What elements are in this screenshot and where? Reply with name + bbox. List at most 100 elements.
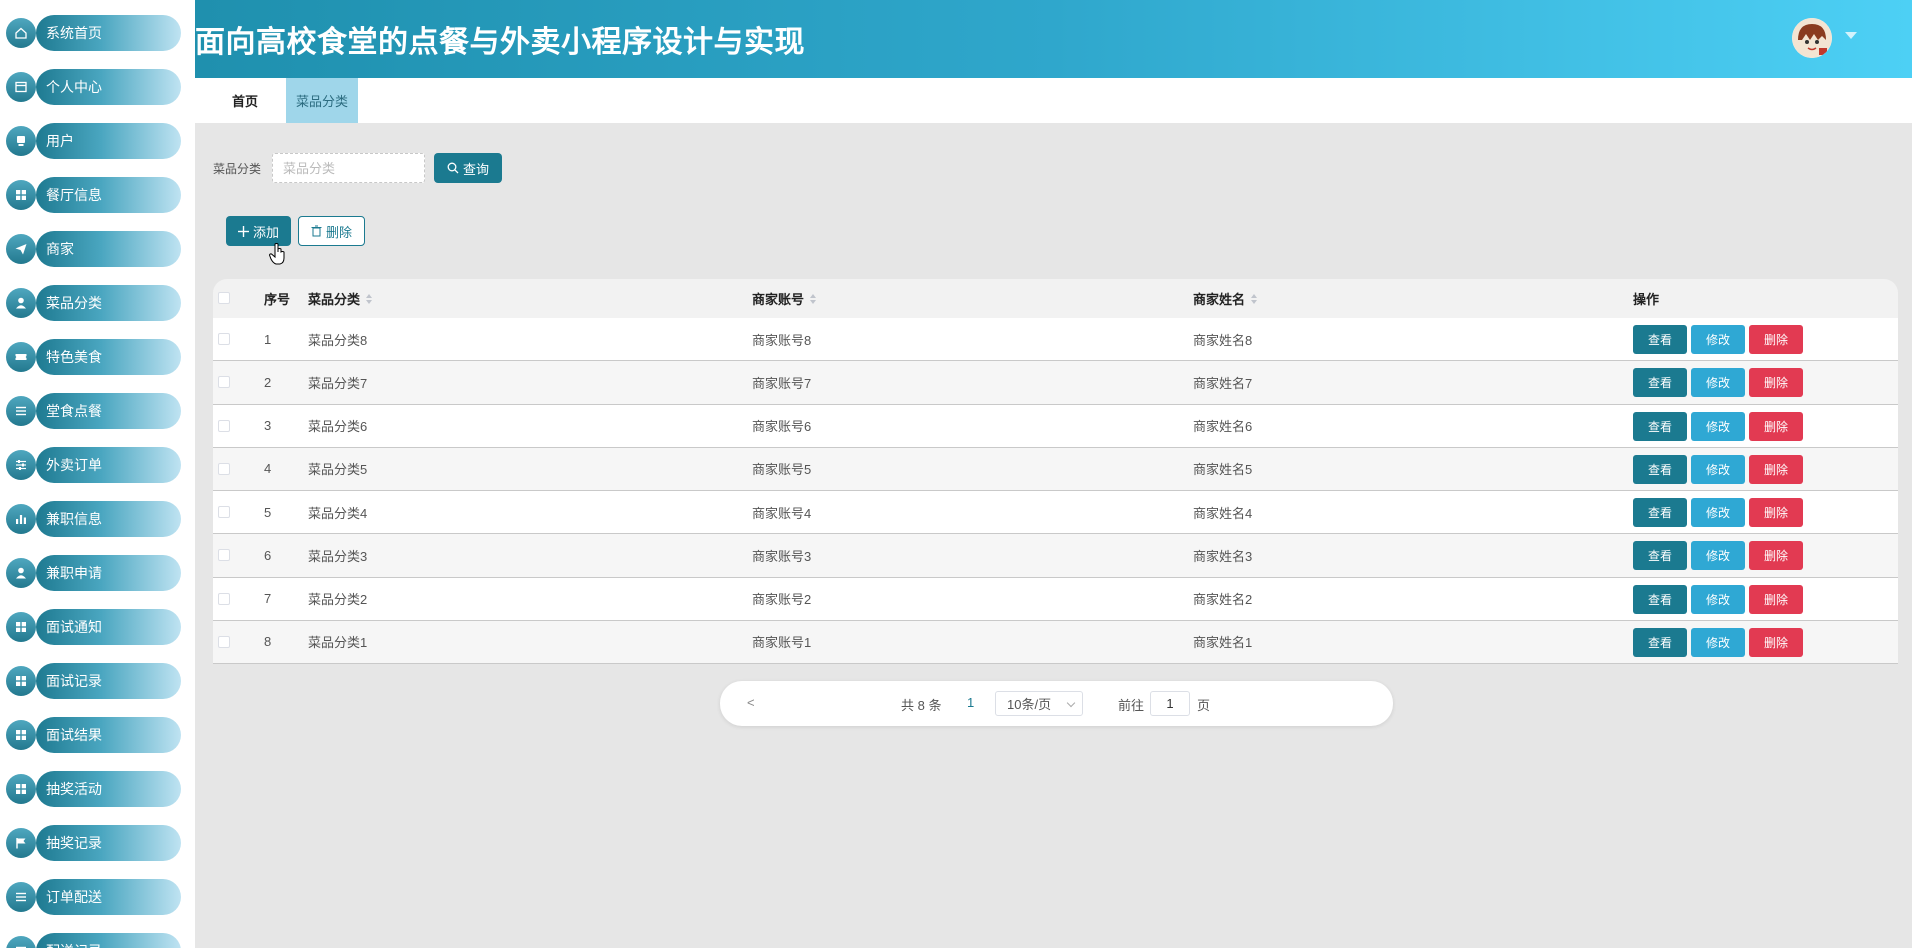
sidebar-item[interactable]: 订单配送 [6, 879, 181, 915]
sidebar-item[interactable]: 餐厅信息 [6, 177, 181, 213]
row-checkbox[interactable] [218, 419, 230, 432]
view-button[interactable]: 查看 [1633, 368, 1687, 398]
sidebar-item[interactable]: 外卖订单 [6, 447, 181, 483]
avatar[interactable] [1792, 18, 1832, 58]
edit-button[interactable]: 修改 [1691, 411, 1745, 441]
prev-page-button[interactable]: < [747, 695, 755, 710]
delete-button[interactable]: 删除 [1749, 627, 1803, 657]
list-icon [6, 936, 36, 948]
sort-icon[interactable] [1251, 293, 1258, 304]
sidebar-pill[interactable]: 面试通知 [36, 609, 181, 645]
view-button[interactable]: 查看 [1633, 498, 1687, 527]
view-button[interactable]: 查看 [1633, 411, 1687, 441]
goto-page-input[interactable] [1150, 691, 1190, 716]
delete-button[interactable]: 删除 [1749, 368, 1803, 398]
delete-button[interactable]: 删除 [1749, 325, 1803, 354]
row-checkbox[interactable] [218, 333, 230, 345]
col-name[interactable]: 商家姓名 [1193, 279, 1258, 318]
tab-dish-category[interactable]: 菜品分类 [286, 78, 358, 123]
row-checkbox[interactable] [218, 462, 230, 475]
sort-icon[interactable] [366, 293, 373, 304]
col-category[interactable]: 菜品分类 [308, 279, 373, 318]
view-button[interactable]: 查看 [1633, 584, 1687, 614]
col-account[interactable]: 商家账号 [752, 279, 817, 318]
edit-button[interactable]: 修改 [1691, 627, 1745, 657]
sidebar-item[interactable]: 配送记录 [6, 933, 181, 948]
row-checkbox[interactable] [218, 376, 230, 389]
sidebar-item[interactable]: 抽奖记录 [6, 825, 181, 861]
sidebar-item[interactable]: 用户 [6, 123, 181, 159]
sidebar-pill[interactable]: 订单配送 [36, 879, 181, 915]
sidebar-pill[interactable]: 外卖订单 [36, 447, 181, 483]
sort-icon[interactable] [810, 293, 817, 304]
sidebar-pill[interactable]: 堂食点餐 [36, 393, 181, 429]
sidebar-item[interactable]: 商家 [6, 231, 181, 267]
sidebar-item-label: 订单配送 [46, 889, 102, 905]
row-checkbox[interactable] [218, 549, 230, 562]
edit-button[interactable]: 修改 [1691, 368, 1745, 398]
sidebar-pill[interactable]: 特色美食 [36, 339, 181, 375]
cell-index: 6 [264, 547, 272, 563]
cell-name: 商家姓名7 [1193, 375, 1253, 391]
delete-button[interactable]: 删除 [1749, 584, 1803, 614]
sidebar-pill[interactable]: 面试记录 [36, 663, 181, 699]
sidebar-item[interactable]: 兼职信息 [6, 501, 181, 537]
delete-button[interactable]: 删除 [1749, 498, 1803, 527]
sidebar-pill[interactable]: 配送记录 [36, 933, 181, 948]
view-button[interactable]: 查看 [1633, 541, 1687, 571]
page-size-select[interactable]: 10条/页 [995, 691, 1083, 716]
select-all-checkbox[interactable] [218, 292, 230, 304]
person-icon [6, 558, 36, 588]
batch-delete-button[interactable]: 删除 [298, 216, 365, 246]
search-input[interactable] [272, 153, 425, 183]
sidebar-item[interactable]: 系统首页 [6, 15, 181, 51]
edit-button[interactable]: 修改 [1691, 584, 1745, 614]
edit-button[interactable]: 修改 [1691, 454, 1745, 484]
sidebar-item[interactable]: 个人中心 [6, 69, 181, 105]
sidebar-item[interactable]: 面试结果 [6, 717, 181, 753]
sidebar-pill[interactable]: 兼职信息 [36, 501, 181, 537]
edit-button[interactable]: 修改 [1691, 541, 1745, 571]
sidebar-pill[interactable]: 系统首页 [36, 15, 181, 51]
flag-icon [6, 828, 36, 858]
delete-button[interactable]: 删除 [1749, 411, 1803, 441]
sidebar-pill[interactable]: 面试结果 [36, 717, 181, 753]
bar-chart-icon [6, 504, 36, 534]
user-menu-caret-icon[interactable] [1845, 32, 1857, 39]
sidebar-pill[interactable]: 抽奖活动 [36, 771, 181, 807]
sidebar-pill[interactable]: 用户 [36, 123, 181, 159]
row-checkbox[interactable] [218, 592, 230, 605]
page-size-value: 10条/页 [1007, 697, 1052, 712]
delete-button[interactable]: 删除 [1749, 541, 1803, 571]
sidebar-pill[interactable]: 兼职申请 [36, 555, 181, 591]
sidebar-pill[interactable]: 餐厅信息 [36, 177, 181, 213]
view-button[interactable]: 查看 [1633, 454, 1687, 484]
sidebar-pill[interactable]: 个人中心 [36, 69, 181, 105]
total-count: 共 8 条 [901, 698, 942, 713]
delete-button[interactable]: 删除 [1749, 454, 1803, 484]
sidebar-item[interactable]: 堂食点餐 [6, 393, 181, 429]
query-button[interactable]: 查询 [434, 153, 502, 183]
add-button[interactable]: 添加 [226, 216, 291, 246]
sidebar-item[interactable]: 面试通知 [6, 609, 181, 645]
sidebar-item[interactable]: 菜品分类 [6, 285, 181, 321]
table-row: 2 菜品分类7 商家账号7 商家姓名7 查看 修改 删除 [213, 361, 1898, 405]
sidebar-pill[interactable]: 菜品分类 [36, 285, 181, 321]
cell-category: 菜品分类1 [308, 635, 368, 651]
row-checkbox[interactable] [218, 506, 230, 518]
tab-home[interactable]: 首页 [217, 78, 273, 123]
view-button[interactable]: 查看 [1633, 325, 1687, 354]
sidebar-pill[interactable]: 商家 [36, 231, 181, 267]
person-icon [6, 288, 36, 318]
sidebar-pill[interactable]: 抽奖记录 [36, 825, 181, 861]
sidebar-item[interactable]: 面试记录 [6, 663, 181, 699]
view-button[interactable]: 查看 [1633, 627, 1687, 657]
sidebar-item[interactable]: 抽奖活动 [6, 771, 181, 807]
sidebar-item[interactable]: 兼职申请 [6, 555, 181, 591]
sidebar-item[interactable]: 特色美食 [6, 339, 181, 375]
edit-button[interactable]: 修改 [1691, 498, 1745, 527]
edit-button[interactable]: 修改 [1691, 325, 1745, 354]
current-page[interactable]: 1 [967, 695, 974, 710]
table-header: 序号 菜品分类 商家账号 商家姓名 操作 [213, 279, 1898, 318]
row-checkbox[interactable] [218, 635, 230, 648]
